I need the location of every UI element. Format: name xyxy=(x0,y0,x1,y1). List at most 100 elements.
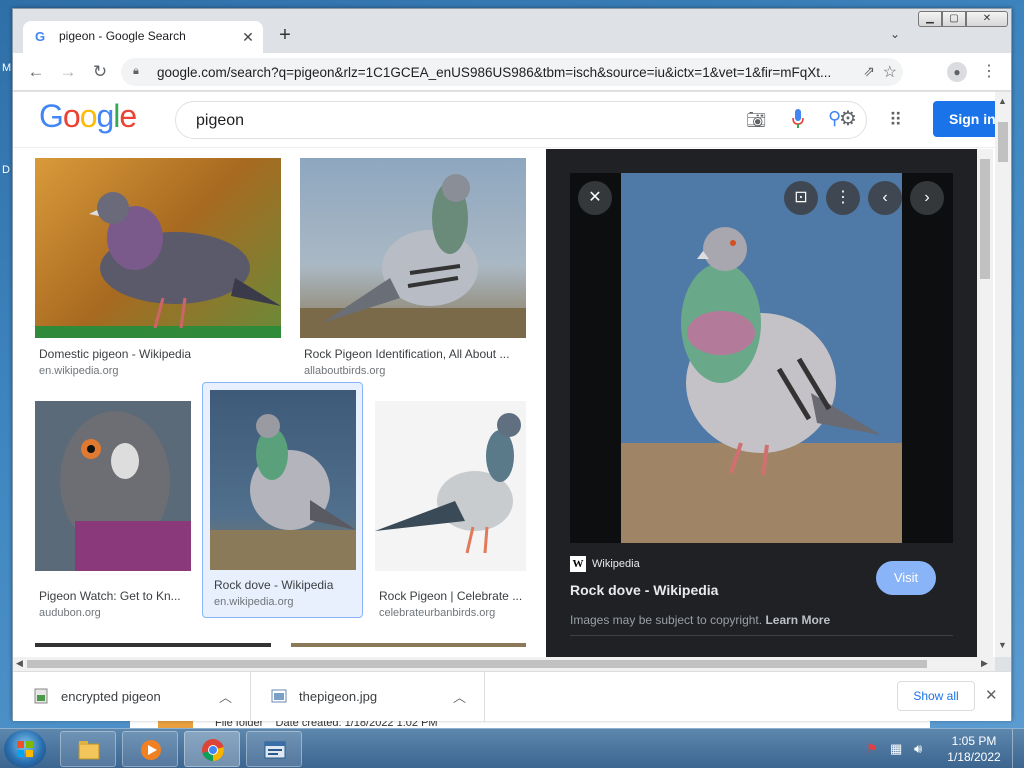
image-result-card[interactable]: Rock Pigeon Identification, All About ..… xyxy=(300,158,526,383)
visit-button[interactable]: Visit xyxy=(876,561,936,595)
clock-time: 1:05 PM xyxy=(951,734,997,748)
download-options-chevron-icon[interactable]: ︿ xyxy=(453,687,466,706)
pigeon-image xyxy=(60,411,191,571)
url-text[interactable]: google.com/search?q=pigeon&rlz=1C1GCEA_e… xyxy=(157,65,857,80)
network-icon[interactable]: ▦ xyxy=(890,741,906,757)
google-logo[interactable]: Google xyxy=(39,98,137,135)
close-preview-icon[interactable]: ✕ xyxy=(578,181,612,215)
google-apps-icon[interactable]: ⠿ xyxy=(889,110,909,130)
result-thumbnail[interactable] xyxy=(210,390,356,570)
result-thumbnail[interactable] xyxy=(35,158,281,338)
image-result-card[interactable]: Pigeon Watch: Get to Kn... audubon.org xyxy=(35,401,191,623)
camera-icon[interactable]: 📷︎ xyxy=(746,110,766,130)
clock-date: 1/18/2022 xyxy=(947,750,1001,764)
logo-letter: o xyxy=(62,98,81,134)
preview-source-name: Wikipedia xyxy=(592,558,640,570)
forward-arrow-icon[interactable]: → xyxy=(57,61,79,83)
logo-letter: G xyxy=(39,98,64,134)
next-row-thumbnail-edge xyxy=(35,643,271,647)
search-box[interactable]: pigeon 📷︎ ⚲ xyxy=(175,101,867,139)
pigeon-image xyxy=(35,192,281,338)
download-file-name[interactable]: thepigeon.jpg xyxy=(299,689,377,704)
back-arrow-icon[interactable]: ← xyxy=(25,61,47,83)
result-caption[interactable]: Rock dove - Wikipedia xyxy=(214,578,360,592)
action-center-flag-icon[interactable]: ⚑ xyxy=(866,741,882,757)
download-file-name[interactable]: encrypted pigeon xyxy=(61,689,161,704)
close-downloads-bar-icon[interactable]: ✕ xyxy=(985,686,998,704)
file-icon xyxy=(34,688,48,704)
window-app-icon xyxy=(264,741,286,759)
show-desktop-button[interactable] xyxy=(1012,729,1024,768)
next-image-icon[interactable]: › xyxy=(910,181,944,215)
download-item[interactable]: encrypted pigeon ︿ xyxy=(13,672,251,722)
bookmark-star-icon[interactable]: ☆ xyxy=(883,62,897,82)
profile-avatar-icon[interactable]: ● xyxy=(947,62,967,82)
scroll-down-icon[interactable]: ▼ xyxy=(998,640,1007,650)
taskbar-app-window[interactable] xyxy=(246,731,302,767)
page-viewport: Google pigeon 📷︎ ⚲ ⚙ ⠿ Sign in Domestic … xyxy=(13,92,1011,657)
horizontal-scrollbar-thumb[interactable] xyxy=(27,660,927,668)
preview-title[interactable]: Rock dove - Wikipedia xyxy=(570,582,718,598)
rock-dove-preview-image[interactable] xyxy=(621,173,902,543)
tab-pigeon-search[interactable]: G pigeon - Google Search ✕ xyxy=(23,21,263,53)
image-result-card-selected[interactable]: Rock dove - Wikipedia en.wikipedia.org xyxy=(202,382,363,618)
taskbar-chrome[interactable] xyxy=(184,731,240,767)
result-caption[interactable]: Domestic pigeon - Wikipedia xyxy=(39,347,279,361)
tab-title: pigeon - Google Search xyxy=(59,29,186,43)
result-caption[interactable]: Pigeon Watch: Get to Kn... xyxy=(39,589,189,603)
page-scrollbar[interactable]: ▲ ▼ xyxy=(995,92,1011,657)
more-options-icon[interactable]: ⋮ xyxy=(826,181,860,215)
taskbar-file-explorer[interactable] xyxy=(60,731,116,767)
result-thumbnail[interactable] xyxy=(35,401,191,571)
page-scrollbar-thumb[interactable] xyxy=(998,122,1008,162)
new-tab-button[interactable]: + xyxy=(275,25,295,45)
tab-close-icon[interactable]: ✕ xyxy=(239,28,257,46)
image-result-card[interactable]: Domestic pigeon - Wikipedia en.wikipedia… xyxy=(35,158,281,383)
result-source: celebrateurbanbirds.org xyxy=(379,607,496,619)
chrome-menu-icon[interactable]: ⋮ xyxy=(981,61,997,83)
result-source: en.wikipedia.org xyxy=(214,596,294,608)
result-source: en.wikipedia.org xyxy=(39,365,119,377)
settings-gear-icon[interactable]: ⚙ xyxy=(839,106,857,131)
result-thumbnail[interactable] xyxy=(375,401,526,571)
share-icon[interactable]: ⇗ xyxy=(863,63,875,80)
pigeon-image xyxy=(210,414,356,570)
browser-toolbar: ← → ↻ 🔒︎ google.com/search?q=pigeon&rlz=… xyxy=(13,53,1011,91)
result-source: allaboutbirds.org xyxy=(304,365,386,377)
window-close-button[interactable]: ✕ xyxy=(966,11,1008,27)
result-thumbnail[interactable] xyxy=(300,158,526,338)
image-result-card[interactable]: Rock Pigeon | Celebrate ... celebrateurb… xyxy=(375,401,526,623)
result-caption[interactable]: Rock Pigeon Identification, All About ..… xyxy=(304,347,522,361)
results-scrollbar-thumb[interactable] xyxy=(980,159,990,279)
download-item[interactable]: thepigeon.jpg ︿ xyxy=(251,672,485,722)
address-bar[interactable]: 🔒︎ google.com/search?q=pigeon&rlz=1C1GCE… xyxy=(121,58,903,86)
show-all-downloads-button[interactable]: Show all xyxy=(897,681,975,711)
scroll-left-icon[interactable]: ◀ xyxy=(16,658,23,669)
panel-divider xyxy=(570,635,953,636)
media-player-icon xyxy=(141,740,161,760)
copyright-text: Images may be subject to copyright. xyxy=(570,613,763,627)
microphone-icon[interactable] xyxy=(792,109,804,129)
lock-icon[interactable]: 🔒︎ xyxy=(133,65,145,79)
horizontal-scrollbar[interactable]: ◀ ▶ xyxy=(13,657,995,671)
tab-search-chevron-icon[interactable]: ⌄ xyxy=(887,27,903,43)
search-input[interactable]: pigeon xyxy=(196,112,244,130)
results-scrollbar[interactable] xyxy=(977,149,993,657)
learn-more-link[interactable]: Learn More xyxy=(765,613,830,627)
window-maximize-button[interactable]: ▢ xyxy=(942,11,966,27)
previous-image-icon[interactable]: ‹ xyxy=(868,181,902,215)
start-button[interactable] xyxy=(4,730,46,768)
volume-icon[interactable]: 🔊︎ xyxy=(914,741,930,757)
scroll-up-icon[interactable]: ▲ xyxy=(998,96,1007,106)
taskbar-media-player[interactable] xyxy=(122,731,178,767)
image-file-icon xyxy=(271,689,287,703)
lens-search-icon[interactable]: ⊡ xyxy=(784,181,818,215)
download-options-chevron-icon[interactable]: ︿ xyxy=(219,687,232,706)
result-caption[interactable]: Rock Pigeon | Celebrate ... xyxy=(379,589,524,603)
sign-in-button[interactable]: Sign in xyxy=(933,101,999,137)
reload-icon[interactable]: ↻ xyxy=(89,61,111,83)
scroll-right-icon[interactable]: ▶ xyxy=(981,658,988,669)
taskbar-clock[interactable]: 1:05 PM 1/18/2022 xyxy=(940,733,1008,765)
window-minimize-button[interactable]: ▁ xyxy=(918,11,942,27)
result-source: audubon.org xyxy=(39,607,101,619)
